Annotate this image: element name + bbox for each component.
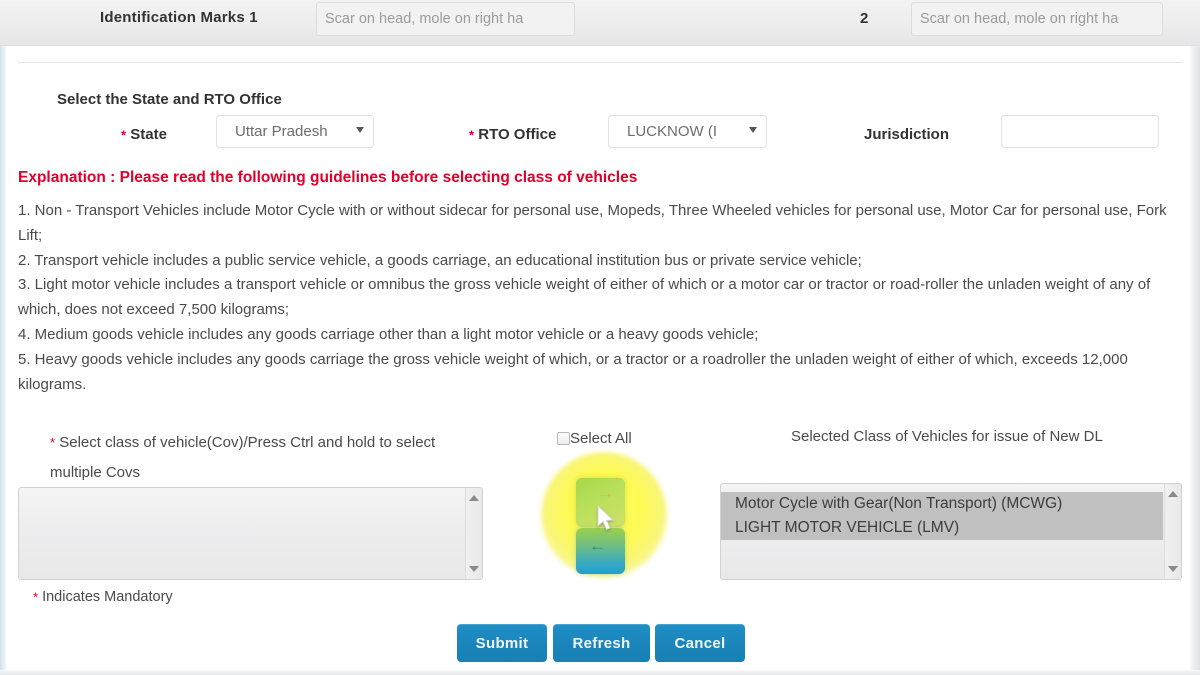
explanation-line-4: 4. Medium goods vehicle includes any goo… (18, 325, 759, 343)
mandatory-note-text: Indicates Mandatory (42, 589, 173, 605)
select-all-checkbox-wrapper[interactable]: Select All (557, 430, 632, 447)
explanation-line-5: 5. Heavy goods vehicle includes any good… (18, 350, 1128, 393)
available-cov-listbox[interactable] (18, 487, 483, 580)
chevron-down-icon (749, 127, 757, 133)
identification-marks-label: Identification Marks 1 (100, 9, 258, 26)
arrow-left-icon: ← (589, 536, 606, 555)
submit-button[interactable]: Submit (457, 624, 547, 662)
jurisdiction-input[interactable] (1001, 115, 1159, 148)
section-divider (18, 62, 1183, 63)
right-edge-strip (1190, 0, 1200, 675)
chevron-down-icon (356, 127, 364, 133)
explanation-line-3: 3. Light motor vehicle includes a transp… (18, 276, 1151, 319)
cov-instruction-text: Select class of vehicle(Cov)/Press Ctrl … (50, 434, 436, 482)
rto-label-text: RTO Office (478, 126, 557, 143)
scroll-up-arrow-icon[interactable] (469, 495, 479, 501)
selected-cov-options: Motor Cycle with Gear(Non Transport) (MC… (721, 492, 1163, 540)
refresh-button[interactable]: Refresh (553, 624, 650, 662)
explanation-text: 1. Non - Transport Vehicles include Moto… (18, 199, 1183, 397)
mouse-pointer-icon (597, 505, 615, 531)
cancel-button[interactable]: Cancel (655, 624, 745, 662)
rto-office-field-label: * RTO Office (469, 126, 556, 143)
select-all-label: Select All (570, 430, 632, 447)
scrollbar-vertical[interactable] (1164, 484, 1181, 579)
application-screen: Identification Marks 1 Scar on head, mol… (0, 0, 1200, 675)
scroll-up-arrow-icon[interactable] (1168, 491, 1178, 497)
selected-cov-title: Selected Class of Vehicles for issue of … (791, 428, 1103, 445)
required-asterisk-note: * (33, 589, 39, 605)
selected-cov-listbox[interactable]: Motor Cycle with Gear(Non Transport) (MC… (720, 483, 1182, 580)
state-field-label: * State (121, 126, 167, 143)
required-asterisk-rto: * (469, 127, 475, 143)
explanation-heading: Explanation : Please read the following … (18, 169, 638, 186)
scrollbar-vertical[interactable] (465, 488, 482, 579)
state-label-text: State (130, 126, 167, 143)
state-dropdown-value: Uttar Pradesh (235, 123, 328, 140)
state-dropdown[interactable]: Uttar Pradesh (216, 115, 374, 148)
cov-instruction-label: * Select class of vehicle(Cov)/Press Ctr… (50, 428, 480, 488)
arrow-right-icon: → (597, 483, 614, 502)
required-asterisk-cov: * (50, 435, 56, 451)
list-item[interactable]: LIGHT MOTOR VEHICLE (LMV) (721, 516, 1163, 540)
explanation-line-2: 2. Transport vehicle includes a public s… (18, 251, 862, 269)
left-edge-strip (0, 0, 6, 675)
identification-mark-1-input[interactable]: Scar on head, mole on right ha (316, 2, 575, 36)
explanation-line-1: 1. Non - Transport Vehicles include Moto… (18, 202, 1167, 244)
identification-mark-2-input[interactable]: Scar on head, mole on right ha (911, 2, 1163, 36)
bottom-edge-strip (0, 670, 1200, 675)
state-rto-section-title: Select the State and RTO Office (57, 91, 282, 108)
mandatory-note: * Indicates Mandatory (33, 589, 173, 605)
jurisdiction-field-label: Jurisdiction (864, 126, 950, 143)
select-all-checkbox[interactable] (557, 432, 570, 445)
rto-dropdown-value: LUCKNOW (I (627, 123, 717, 140)
scroll-down-arrow-icon[interactable] (1168, 566, 1178, 572)
list-item[interactable]: Motor Cycle with Gear(Non Transport) (MC… (721, 492, 1163, 516)
identification-mark-2-number: 2 (860, 10, 869, 27)
rto-office-dropdown[interactable]: LUCKNOW (I (608, 115, 767, 148)
required-asterisk-state: * (121, 127, 127, 143)
scroll-down-arrow-icon[interactable] (469, 566, 479, 572)
